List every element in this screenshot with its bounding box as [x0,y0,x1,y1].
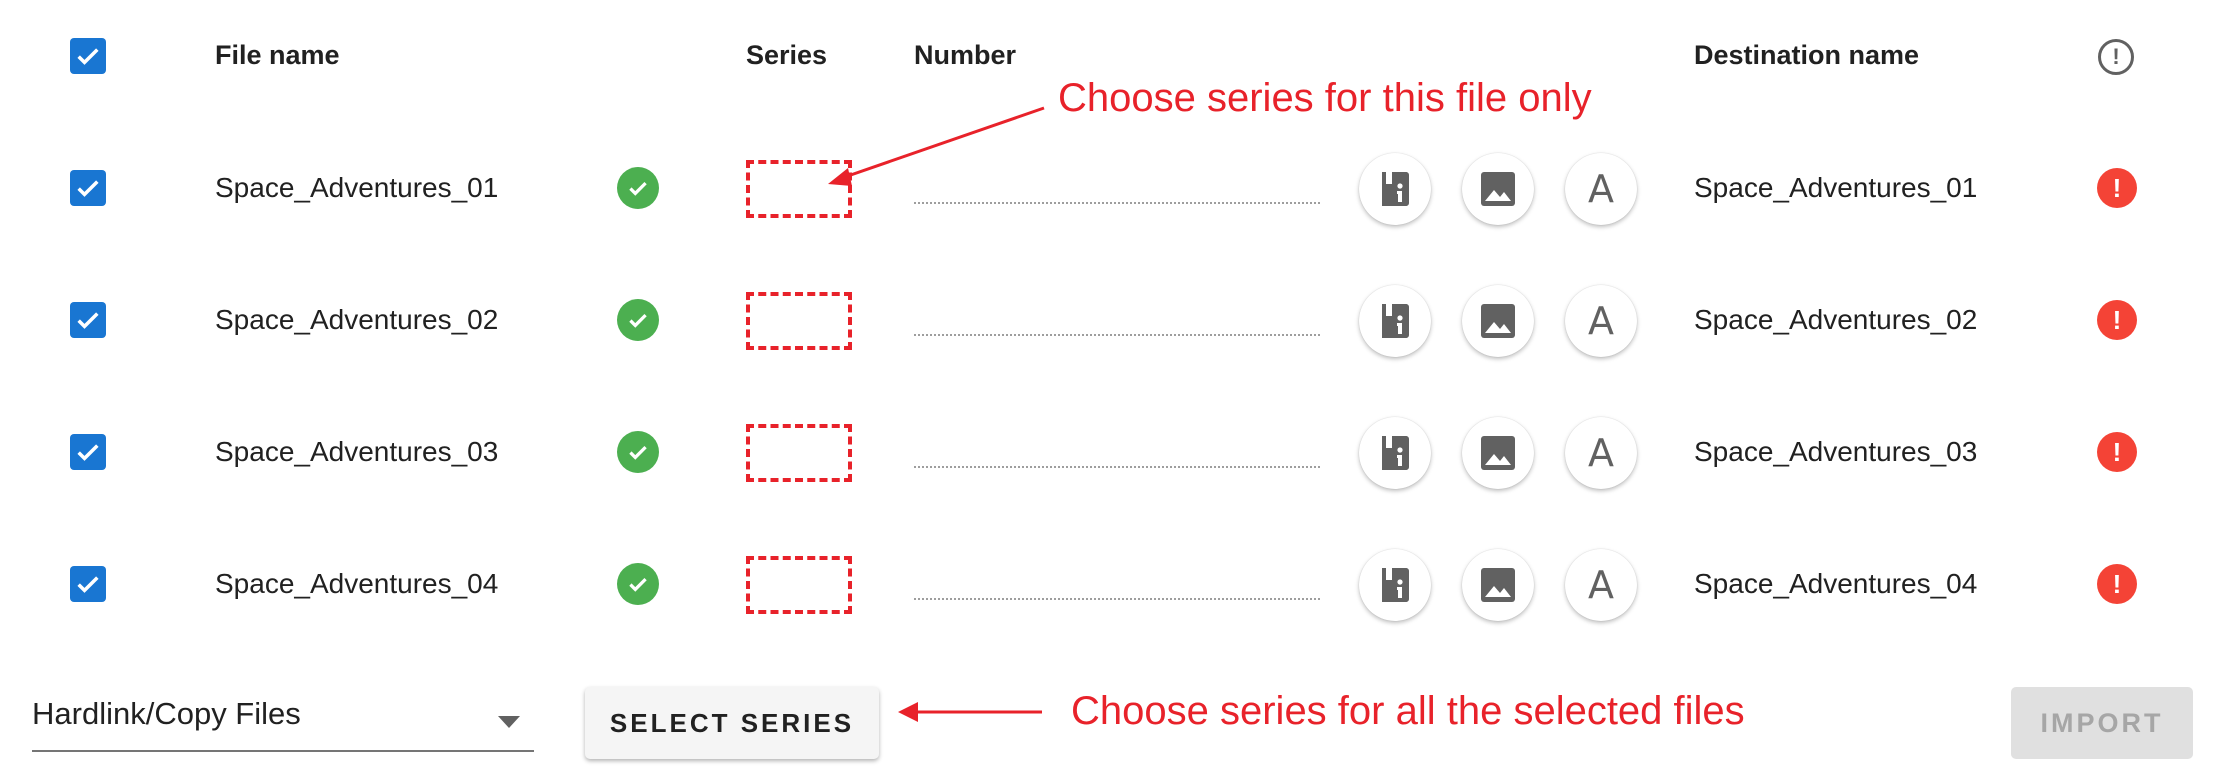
annotation-arrowhead-single [828,168,852,186]
annotation-series-all: Choose series for all the selected files [1071,689,1745,733]
copy-mode-value: Hardlink/Copy Files [32,696,301,731]
copy-mode-select[interactable]: Hardlink/Copy Files [32,688,534,752]
annotation-series-single: Choose series for this file only [1058,76,1592,120]
dropdown-arrow-icon [498,716,520,728]
import-button[interactable]: IMPORT [2011,687,2193,759]
annotation-arrow-single [841,106,1045,180]
annotation-arrowhead-all [898,702,918,722]
select-series-button[interactable]: SELECT SERIES [585,687,879,759]
